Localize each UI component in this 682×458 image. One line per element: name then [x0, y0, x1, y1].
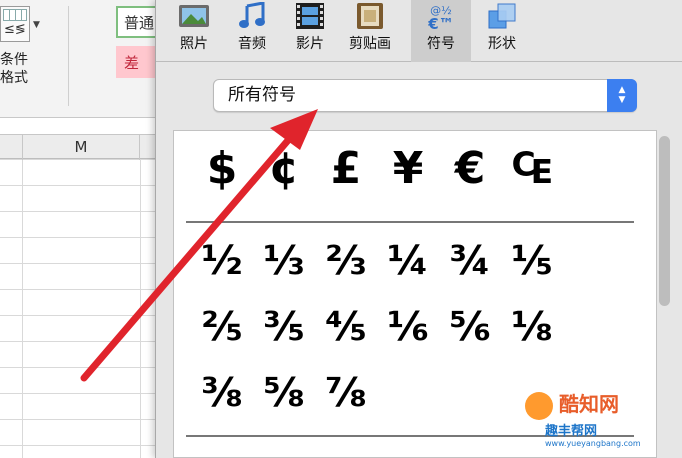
- tab-photos[interactable]: 照片: [164, 0, 224, 62]
- symbol-cell[interactable]: ⅛: [501, 297, 563, 357]
- conditional-format-icon[interactable]: ≤≶: [0, 6, 30, 42]
- symbols-icon: @½ €™: [427, 4, 453, 32]
- symbol-cell[interactable]: ⅝: [253, 363, 315, 423]
- media-tabs: 照片 音频 影片 剪贴画 @½ €™ 符号 形状: [156, 0, 682, 62]
- grid-column-line: [22, 159, 23, 458]
- symbol-cell[interactable]: ¥: [377, 139, 439, 199]
- music-note-icon: [239, 2, 265, 28]
- tab-label: 形状: [488, 36, 516, 52]
- section-divider: [186, 221, 634, 223]
- symbol-cell[interactable]: ⅖: [191, 297, 253, 357]
- tab-symbols[interactable]: @½ €™ 符号: [411, 0, 471, 62]
- symbol-cell[interactable]: ⅙: [377, 297, 439, 357]
- symbol-cell[interactable]: ⅓: [253, 231, 315, 291]
- tab-label: 音频: [238, 36, 266, 52]
- symbol-cell[interactable]: ½: [191, 231, 253, 291]
- symbol-cell[interactable]: ⅗: [253, 297, 315, 357]
- cells-icon: [3, 9, 27, 21]
- column-header-m[interactable]: M: [22, 135, 140, 160]
- clipart-icon: [357, 3, 383, 29]
- symbol-cell[interactable]: ⅕: [501, 231, 563, 291]
- watermark-brand: 酷知网: [559, 392, 619, 416]
- tab-label: 剪贴画: [349, 36, 391, 52]
- style-bad-cell[interactable]: 差: [116, 46, 160, 78]
- tab-movies[interactable]: 影片: [280, 0, 340, 62]
- symbol-cell[interactable]: ¼: [377, 231, 439, 291]
- sheet-grid[interactable]: [0, 134, 160, 458]
- ribbon-divider: [68, 6, 69, 106]
- style-normal-cell[interactable]: 普通: [116, 6, 160, 38]
- symbol-cell[interactable]: ⅔: [315, 231, 377, 291]
- svg-text:€™: €™: [427, 15, 453, 32]
- tab-label: 影片: [296, 36, 324, 52]
- symbol-cell[interactable]: €: [439, 139, 501, 199]
- column-header-row: M: [0, 134, 160, 160]
- symbol-grid-scrollbar[interactable]: [659, 136, 670, 306]
- symbol-cell[interactable]: ¢: [253, 139, 315, 199]
- format-glyph-icon: ≤≶: [4, 22, 26, 37]
- watermark-logo-icon: [525, 392, 553, 420]
- symbol-cell[interactable]: ⅘: [315, 297, 377, 357]
- chevron-down-icon[interactable]: ▼: [33, 20, 40, 30]
- watermark: 酷知网 趣丰帮网 www.yueyangbang.com: [515, 386, 682, 458]
- symbol-cell[interactable]: $: [191, 139, 253, 199]
- watermark-site: www.yueyangbang.com: [545, 439, 641, 448]
- watermark-brand-secondary: 趣丰帮网: [545, 424, 598, 439]
- tab-clipart[interactable]: 剪贴画: [340, 0, 400, 62]
- symbol-cell[interactable]: ¾: [439, 231, 501, 291]
- symbol-cell[interactable]: ⅞: [315, 363, 377, 423]
- grid-column-line: [140, 159, 141, 458]
- tab-shapes[interactable]: 形状: [472, 0, 532, 62]
- symbol-cell[interactable]: ⅚: [439, 297, 501, 357]
- symbol-cell[interactable]: ₠: [501, 139, 563, 199]
- conditional-format-label[interactable]: 条件 格式: [0, 51, 40, 87]
- film-icon: [296, 3, 324, 29]
- ribbon: ≤≶ ▼ 条件 格式 普通 差: [0, 0, 160, 118]
- shapes-icon: [488, 3, 516, 29]
- symbol-cell[interactable]: ⅜: [191, 363, 253, 423]
- tab-audio[interactable]: 音频: [222, 0, 282, 62]
- symbol-cell[interactable]: £: [315, 139, 377, 199]
- spreadsheet-background: ≤≶ ▼ 条件 格式 普通 差 M: [0, 0, 160, 458]
- select-value: 所有符号: [228, 85, 296, 105]
- tab-label: 照片: [180, 36, 208, 52]
- photo-icon: [179, 5, 209, 27]
- select-stepper-icon[interactable]: ▲ ▼: [607, 79, 637, 112]
- symbol-category-select[interactable]: 所有符号 ▲ ▼: [213, 79, 637, 112]
- tab-label: 符号: [427, 36, 455, 52]
